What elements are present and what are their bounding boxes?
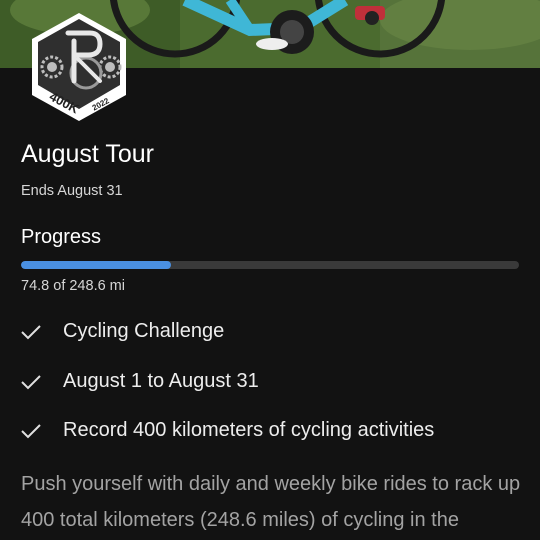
progress-heading: Progress [21,226,102,248]
challenge-description: Push yourself with daily and weekly bike… [21,473,521,531]
progress-bar [21,261,519,269]
detail-row-dates: August 1 to August 31 [21,368,521,398]
detail-row-type: Cycling Challenge [21,318,521,348]
detail-text: Record 400 kilometers of cycling activit… [63,419,435,441]
checkmark-icon [21,375,41,390]
progress-text: 74.8 of 248.6 mi [21,278,125,294]
challenge-title: August Tour [21,140,154,168]
detail-text: Cycling Challenge [63,320,225,342]
detail-text: August 1 to August 31 [63,370,259,392]
checkmark-icon [21,325,41,340]
cycling-challenge-badge-icon: 400K 2022 [32,13,126,121]
detail-row-goal: Record 400 kilometers of cycling activit… [21,417,521,447]
progress-bar-fill [21,261,171,269]
challenge-end-date: Ends August 31 [21,183,123,199]
checkmark-icon [21,424,41,439]
